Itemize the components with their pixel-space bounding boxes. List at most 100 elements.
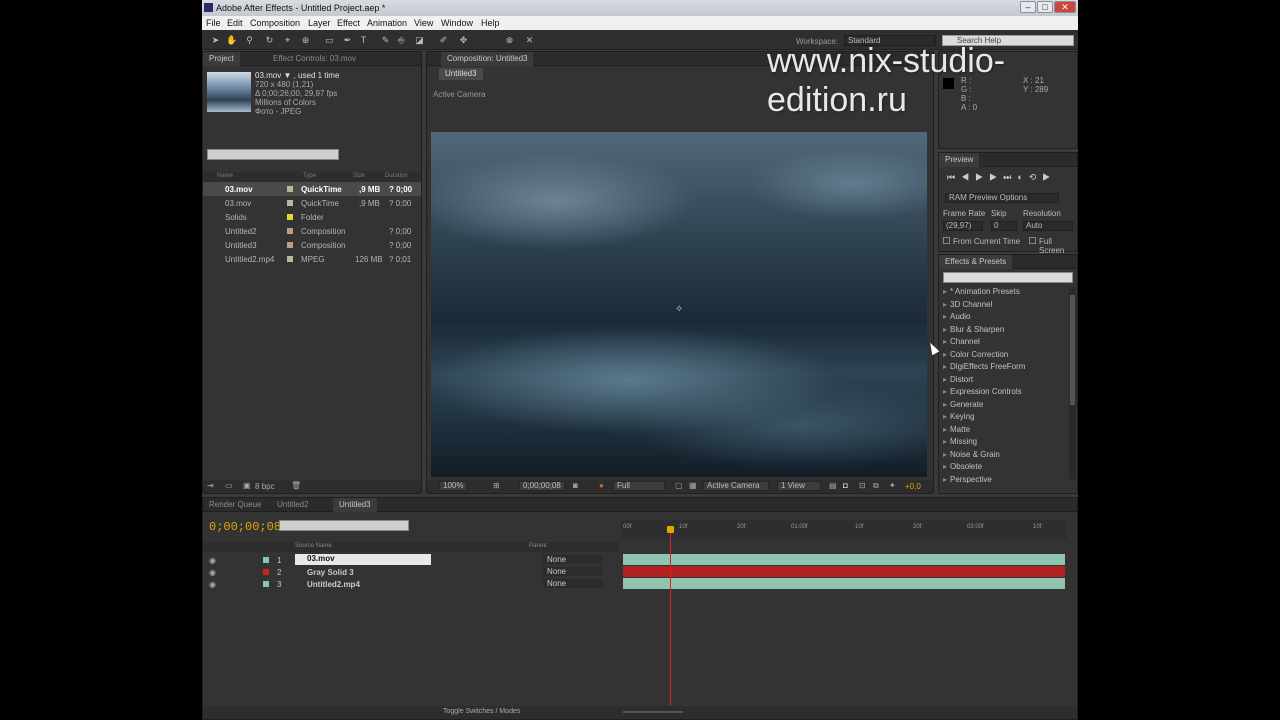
layer-name[interactable]: 03.mov — [295, 554, 431, 565]
menu-edit[interactable]: Edit — [227, 18, 243, 28]
pen-tool-icon[interactable]: ✒ — [342, 35, 353, 45]
timeline-search-input[interactable] — [279, 520, 409, 531]
exposure-icon[interactable]: ✦ — [889, 481, 896, 490]
playhead-handle[interactable] — [667, 526, 674, 533]
menu-help[interactable]: Help — [481, 18, 500, 28]
new-folder-icon[interactable]: ▭ — [225, 481, 233, 490]
eraser-tool-icon[interactable]: ◪ — [414, 35, 425, 45]
menu-file[interactable]: File — [206, 18, 221, 28]
clone-stamp-tool-icon[interactable]: ⎆ — [396, 35, 407, 45]
text-tool-icon[interactable]: T — [358, 35, 369, 45]
toggle-switches-modes[interactable]: Toggle Switches / Modes — [443, 708, 520, 715]
project-search-input[interactable] — [207, 149, 339, 160]
effect-category[interactable]: ▸ Distort — [943, 375, 973, 387]
local-axis-icon[interactable]: ⊗ — [504, 35, 515, 45]
col-parent[interactable]: Parent — [529, 543, 547, 549]
zoom-slider[interactable] — [623, 711, 683, 713]
ram-preview-options-select[interactable]: RAM Preview Options — [945, 193, 1059, 203]
eye-icon[interactable]: ◉ — [209, 568, 216, 577]
menu-animation[interactable]: Animation — [367, 18, 407, 28]
channel-icon[interactable]: ● — [599, 481, 604, 490]
layer-duration-bar[interactable] — [623, 578, 1065, 589]
project-item[interactable]: Untitled2 Composition ? 0;00 — [203, 224, 421, 238]
toggle-pixel-aspect-icon[interactable]: ▤ — [829, 481, 837, 490]
snapshot-icon[interactable]: ◙ — [573, 481, 578, 490]
tab-render-queue[interactable]: Render Queue — [203, 498, 267, 512]
maximize-button[interactable]: □ — [1037, 1, 1053, 13]
view-layout-select[interactable]: 1 View — [777, 481, 821, 491]
tab-project[interactable]: Project — [203, 52, 240, 66]
mute-icon[interactable]: ◐ — [1017, 172, 1028, 182]
tab-composition[interactable]: Composition: Untitled3 — [441, 52, 534, 66]
loop-icon[interactable]: ⟲ — [1029, 172, 1043, 182]
effects-search-input[interactable] — [943, 272, 1073, 283]
effect-category[interactable]: ▸ Blur & Sharpen — [943, 325, 1004, 337]
first-frame-icon[interactable]: ⏮ — [947, 172, 961, 182]
new-composition-icon[interactable]: ▣ — [243, 481, 251, 490]
zoom-tool-icon[interactable]: ⚲ — [244, 35, 255, 45]
ram-preview-icon[interactable]: ▶ — [1042, 172, 1056, 182]
world-axis-icon[interactable]: ✕ — [524, 35, 535, 45]
pan-behind-tool-icon[interactable]: ⊕ — [300, 35, 311, 45]
tab-untitled2[interactable]: Untitled2 — [271, 498, 315, 512]
effect-category[interactable]: ▸ Audio — [943, 312, 970, 324]
col-source-name[interactable]: Source Name — [295, 543, 332, 549]
eye-icon[interactable]: ◉ — [209, 580, 216, 589]
trash-icon[interactable]: 🗑 — [291, 481, 301, 490]
transparency-grid-icon[interactable]: ▦ — [689, 481, 697, 490]
tab-effect-controls[interactable]: Effect Controls: 03.mov — [267, 52, 362, 66]
grid-toggle-icon[interactable]: ⊞ — [493, 481, 500, 490]
current-time-indicator[interactable] — [670, 526, 671, 716]
menu-effect[interactable]: Effect — [337, 18, 360, 28]
eye-icon[interactable]: ◉ — [209, 556, 216, 565]
magnification-select[interactable]: 100% — [439, 481, 468, 491]
composition-viewer[interactable]: ✧ — [431, 132, 927, 477]
timeline-layer-row[interactable]: ◉ 3 Untitled2.mp4 None — [203, 578, 619, 590]
project-item[interactable]: Untitled2.mp4 MPEG 126 MB ? 0;01 — [203, 252, 421, 266]
rectangle-tool-icon[interactable]: ▭ — [324, 35, 335, 45]
layer-parent-select[interactable]: None — [543, 579, 603, 588]
project-item[interactable]: Untitled3 Composition ? 0;00 — [203, 238, 421, 252]
layer-name[interactable]: Gray Solid 3 — [307, 568, 354, 577]
close-button[interactable]: ✕ — [1054, 1, 1076, 13]
play-icon[interactable]: ▶ — [975, 172, 989, 182]
timeline-layer-row[interactable]: ◉ 1 03.mov None — [203, 554, 619, 566]
tab-preview[interactable]: Preview — [939, 153, 980, 167]
selection-tool-icon[interactable]: ➤ — [210, 35, 221, 45]
layer-parent-select[interactable]: None — [543, 567, 603, 576]
effect-category[interactable]: ▸ Noise & Grain — [943, 450, 1000, 462]
col-duration[interactable]: Duration — [385, 173, 408, 179]
timeline-timecode[interactable]: 0;00;00;08 — [209, 520, 281, 534]
effect-category[interactable]: ▸ Channel — [943, 337, 980, 349]
effect-category[interactable]: ▸ Perspective — [943, 475, 992, 483]
effect-category[interactable]: ▸ Keying — [943, 412, 974, 424]
effect-category[interactable]: ▸ 3D Channel — [943, 300, 992, 312]
flowchart-icon[interactable]: ⧉ — [873, 481, 879, 491]
effects-scrollbar[interactable] — [1069, 287, 1076, 479]
project-item[interactable]: 03.mov QuickTime ,9 MB ? 0;00 — [203, 196, 421, 210]
current-time-display[interactable]: 0;00;00;08 — [519, 481, 565, 491]
tab-effects-presets[interactable]: Effects & Presets — [939, 255, 1013, 269]
layer-parent-select[interactable]: None — [543, 555, 603, 564]
region-of-interest-icon[interactable]: ▢ — [675, 481, 683, 490]
effect-category[interactable]: ▸ Generate — [943, 400, 983, 412]
camera-view-select[interactable]: Active Camera — [703, 481, 769, 491]
effect-category[interactable]: ▸ Color Correction — [943, 350, 1008, 362]
effect-category[interactable]: ▸ Obsolete — [943, 462, 982, 474]
tab-untitled3[interactable]: Untitled3 — [333, 498, 377, 512]
full-screen-checkbox[interactable] — [1029, 237, 1036, 244]
col-name[interactable]: Name — [217, 173, 233, 179]
timeline-layer-row[interactable]: ◉ 2 Gray Solid 3 None — [203, 566, 619, 578]
fast-previews-icon[interactable]: ◘ — [843, 481, 848, 490]
layer-name[interactable]: Untitled2.mp4 — [307, 580, 360, 589]
effect-category[interactable]: ▸ DigiEffects FreeForm — [943, 362, 1025, 374]
menu-composition[interactable]: Composition — [250, 18, 300, 28]
timeline-icon[interactable]: ⊡ — [859, 481, 866, 490]
hand-tool-icon[interactable]: ✋ — [226, 35, 237, 45]
exposure-value[interactable]: +0,0 — [905, 482, 921, 491]
resolution-select[interactable]: Full — [613, 481, 665, 491]
resolution-select[interactable]: Auto — [1023, 221, 1073, 231]
bpc-label[interactable]: 8 bpc — [255, 482, 275, 491]
skip-select[interactable]: 0 — [991, 221, 1017, 231]
col-size[interactable]: Size — [353, 173, 365, 179]
